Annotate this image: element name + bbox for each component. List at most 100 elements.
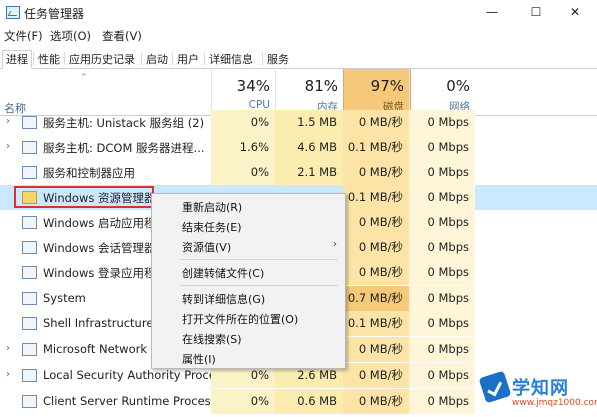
app-window-icon	[22, 395, 37, 408]
network-value: 0 Mbps	[409, 260, 475, 285]
app-window-icon	[22, 216, 37, 229]
network-value: 0 Mbps	[409, 337, 475, 362]
expand-chevron-icon[interactable]: ›	[6, 141, 10, 152]
menu-item-restart[interactable]: 重新启动(R)	[182, 199, 242, 215]
app-window-icon	[22, 241, 37, 254]
process-name: 服务和控制器应用	[43, 166, 135, 180]
watermark-url: www.jmqz1000.com	[512, 398, 597, 408]
network-value: 0 Mbps	[409, 210, 475, 235]
tab-performance[interactable]: 性能	[34, 50, 64, 69]
network-value: 0 Mbps	[409, 363, 475, 388]
menu-item-search-online[interactable]: 在线搜索(S)	[182, 331, 242, 347]
column-header-memory[interactable]: 81% 内存	[275, 69, 344, 115]
network-total-percent: 0%	[446, 77, 470, 95]
tab-startup[interactable]: 启动	[142, 50, 172, 69]
network-value: 0 Mbps	[409, 160, 475, 185]
context-menu: 重新启动(R) 结束任务(E) 资源值(V) › 创建转储文件(C) 转到详细信…	[151, 193, 346, 369]
memory-value: 1.5 MB	[275, 110, 343, 135]
process-name: Windows 登录应用程	[43, 266, 156, 280]
network-value: 0 Mbps	[409, 286, 475, 311]
menu-item-properties[interactable]: 属性(I)	[182, 351, 216, 367]
tab-processes[interactable]: 进程	[2, 50, 32, 69]
network-value: 0 Mbps	[409, 235, 475, 260]
app-window-icon	[22, 369, 37, 382]
disk-value: 0.1 MB/秒	[343, 311, 409, 336]
close-button[interactable]: ✕	[553, 2, 597, 22]
memory-value: 4.6 MB	[275, 135, 343, 160]
menu-file[interactable]: 文件(F)	[4, 28, 43, 44]
column-header-disk[interactable]: 97% 磁盘	[343, 69, 411, 115]
tab-details[interactable]: 详细信息	[205, 50, 257, 69]
highlight-box	[14, 186, 154, 208]
disk-value: 0 MB/秒	[343, 110, 409, 135]
submenu-chevron-icon: ›	[333, 239, 337, 250]
menu-item-resource-values[interactable]: 资源值(V)	[182, 239, 231, 255]
disk-value: 0 MB/秒	[343, 337, 409, 362]
menu-bar: 文件(F) 选项(O) 查看(V)	[0, 26, 597, 46]
process-name: Windows 会话管理器	[43, 241, 156, 255]
column-header-network[interactable]: 0% 网络	[409, 69, 476, 115]
menu-item-go-to-details[interactable]: 转到详细信息(G)	[182, 291, 265, 307]
tab-strip: 进程 性能 应用历史记录 启动 用户 详细信息 服务	[0, 48, 597, 69]
process-name: 服务主机: DCOM 服务器进程...	[43, 141, 205, 155]
disk-value: 0 MB/秒	[343, 235, 409, 260]
expand-chevron-icon[interactable]: ›	[6, 343, 10, 354]
tab-users[interactable]: 用户	[173, 50, 203, 69]
menu-item-open-file-location[interactable]: 打开文件所在的位置(O)	[182, 311, 298, 327]
title-bar: 任务管理器 — ☐ ✕	[0, 0, 597, 24]
tab-app-history[interactable]: 应用历史记录	[65, 50, 139, 69]
disk-value: 0.1 MB/秒	[343, 185, 409, 210]
disk-total-percent: 97%	[370, 77, 404, 95]
cpu-value: 1.6%	[211, 135, 275, 160]
disk-value: 0 MB/秒	[343, 389, 409, 414]
process-name: Client Server Runtime Process	[43, 394, 217, 408]
service-host-icon	[22, 141, 37, 154]
process-name: 服务主机: Unistack 服务组 (2)	[43, 116, 205, 130]
app-window-icon	[22, 317, 37, 330]
memory-value: 0.6 MB	[275, 389, 343, 414]
app-window-icon	[22, 166, 37, 179]
network-value: 0 Mbps	[409, 185, 475, 210]
tab-services[interactable]: 服务	[263, 50, 293, 69]
cpu-value: 0%	[211, 389, 275, 414]
disk-value: 0 MB/秒	[343, 363, 409, 388]
network-value: 0 Mbps	[409, 110, 475, 135]
menu-view[interactable]: 查看(V)	[102, 28, 142, 44]
menu-item-end-task[interactable]: 结束任务(E)	[182, 219, 242, 235]
sort-chevron-icon: ⌃	[80, 73, 88, 83]
disk-value: 0.1 MB/秒	[343, 135, 409, 160]
table-row[interactable]: › 服务主机: DCOM 服务器进程... 1.6% 4.6 MB 0.1 MB…	[0, 135, 597, 160]
cpu-value: 0%	[211, 160, 275, 185]
process-name: System	[43, 291, 86, 305]
process-name: Local Security Authority Proce...	[43, 368, 227, 382]
column-header-cpu[interactable]: 34% CPU	[211, 69, 276, 115]
process-name: Shell Infrastructure H	[43, 316, 166, 330]
process-name: Windows 启动应用程序	[43, 216, 167, 230]
expand-chevron-icon[interactable]: ›	[6, 116, 10, 127]
process-name: Microsoft Network R	[43, 342, 159, 356]
maximize-button[interactable]: ☐	[514, 2, 558, 22]
table-row[interactable]: › 服务主机: Unistack 服务组 (2) 0% 1.5 MB 0 MB/…	[0, 110, 597, 135]
network-value: 0 Mbps	[409, 135, 475, 160]
disk-value: 0 MB/秒	[343, 260, 409, 285]
menu-divider	[180, 285, 338, 286]
disk-value: 0.7 MB/秒	[343, 286, 409, 311]
minimize-button[interactable]: —	[470, 2, 514, 22]
network-value: 0 Mbps	[409, 389, 475, 414]
watermark-badge-icon	[478, 370, 512, 404]
menu-options[interactable]: 选项(O)	[50, 28, 91, 44]
task-manager-icon	[6, 6, 20, 19]
menu-item-create-dump[interactable]: 创建转储文件(C)	[182, 265, 264, 281]
watermark-title: 学知网	[512, 378, 569, 399]
network-value: 0 Mbps	[409, 311, 475, 336]
cpu-value: 0%	[211, 110, 275, 135]
window-title: 任务管理器	[24, 7, 85, 21]
expand-chevron-icon[interactable]: ›	[6, 369, 10, 380]
app-window-icon	[22, 266, 37, 279]
table-row[interactable]: 服务和控制器应用 0% 2.1 MB 0 MB/秒 0 Mbps	[0, 160, 597, 185]
menu-divider	[180, 259, 338, 260]
memory-total-percent: 81%	[304, 77, 338, 95]
app-window-icon	[22, 343, 37, 356]
memory-value: 2.1 MB	[275, 160, 343, 185]
disk-value: 0 MB/秒	[343, 210, 409, 235]
